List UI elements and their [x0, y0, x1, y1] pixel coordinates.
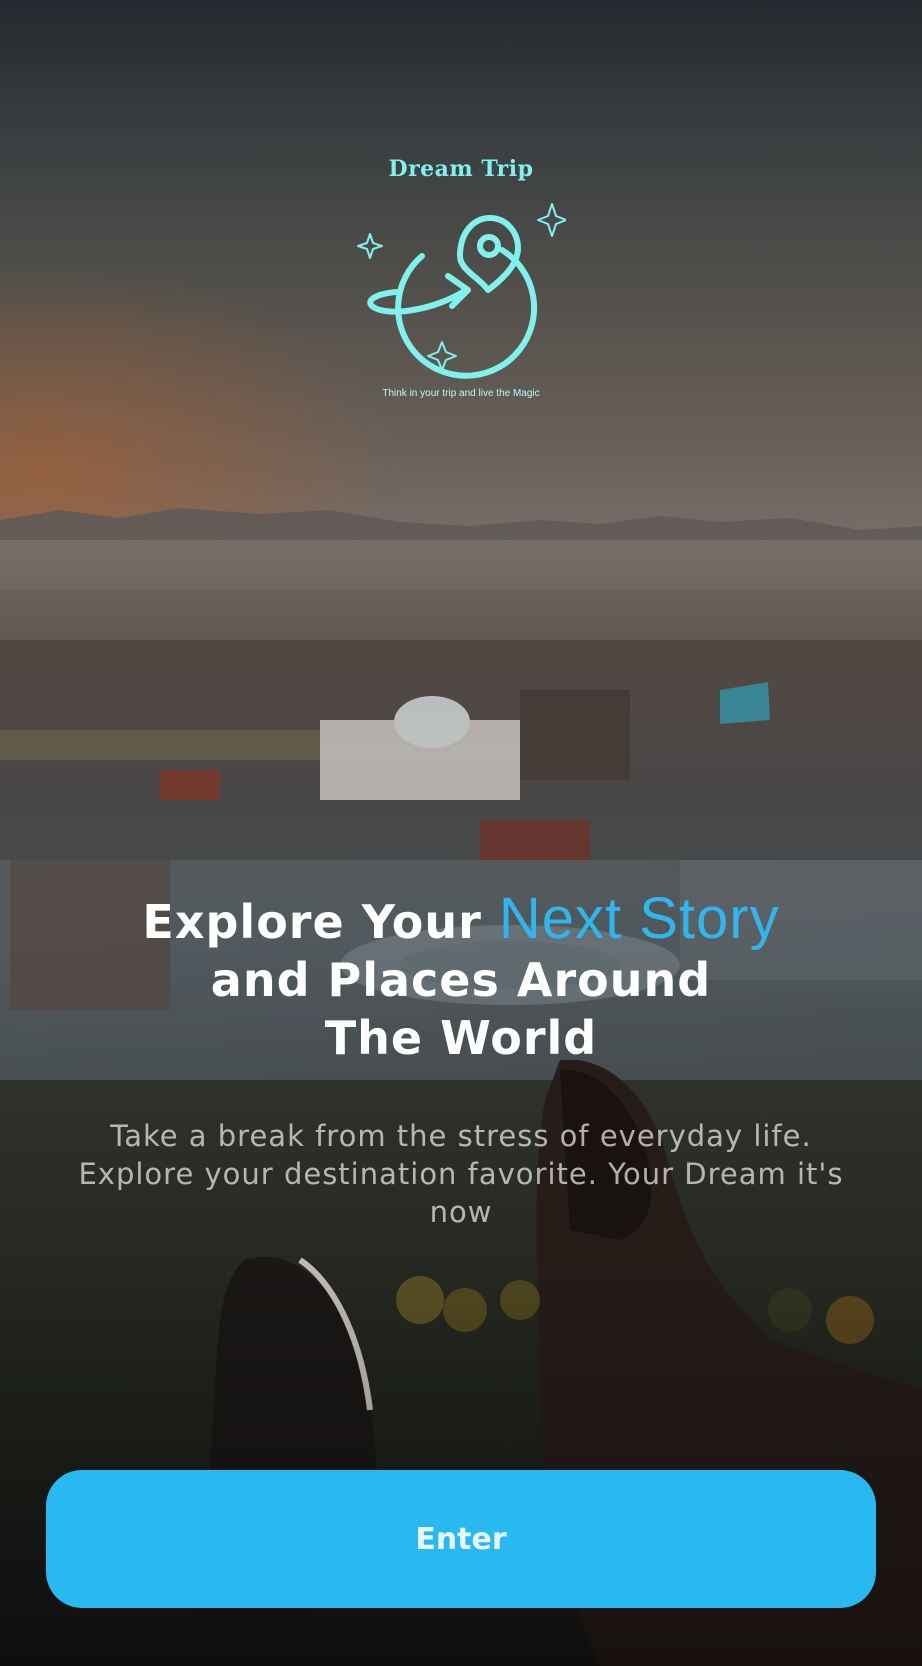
headline-part2: and Places Around	[210, 953, 712, 1007]
enter-button[interactable]: Enter	[46, 1470, 876, 1608]
headline-part1: Explore Your	[142, 895, 499, 949]
logo-title: Dream Trip	[388, 156, 534, 182]
logo-tagline: Think in your trip and live the Magic	[382, 388, 540, 399]
welcome-screen: Dream Trip Think in your trip and live t…	[0, 0, 922, 1666]
headline-accent: Next Story	[498, 886, 780, 951]
hero-subtitle: Take a break from the stress of everyday…	[78, 1119, 844, 1229]
headline-part3: The World	[324, 1011, 598, 1065]
globe-location-pin-icon	[357, 203, 566, 379]
hero-headline: Explore Your Next Story and Places Aroun…	[60, 890, 862, 1067]
